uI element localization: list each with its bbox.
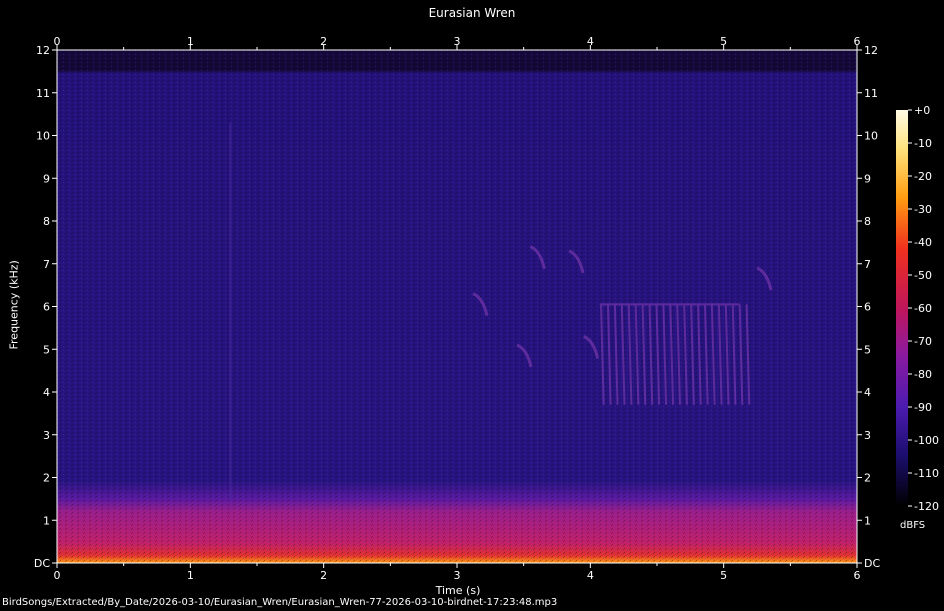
x-tick-label-top: 2 (320, 35, 327, 48)
x-tick-label: 3 (454, 569, 461, 582)
x-tick-label-top: 0 (54, 35, 61, 48)
x-tick-label-top: 5 (720, 35, 727, 48)
x-tick-label: 2 (320, 569, 327, 582)
colorbar-tick-label: -40 (914, 236, 932, 249)
y-axis-label: Frequency (kHz) (7, 260, 21, 350)
y-tick-label-right: 3 (864, 429, 871, 442)
colorbar-tick-label: -100 (914, 434, 939, 447)
y-tick-label-right: 12 (864, 44, 878, 57)
x-tick-label: 1 (187, 569, 194, 582)
x-tick-label: 4 (587, 569, 594, 582)
y-tick-label: 3 (43, 429, 50, 442)
y-tick-label: 9 (43, 172, 50, 185)
y-tick-label-right: 9 (864, 172, 871, 185)
x-tick-label: 0 (54, 569, 61, 582)
colorbar-tick-label: -90 (914, 401, 932, 414)
chart-title: Eurasian Wren (428, 6, 516, 20)
y-tick-label-right: 11 (864, 87, 878, 100)
y-tick-label-right: DC (864, 557, 880, 570)
colorbar-tick-label: -10 (914, 137, 932, 150)
colorbar-tick-label: -110 (914, 467, 939, 480)
y-tick-label-right: 1 (864, 514, 871, 527)
x-axis-label: Time (s) (435, 584, 481, 597)
y-tick-label: 2 (43, 472, 50, 485)
colorbar: +0 -10 -20 -30 -40 -50 -60 -70 -80 -90 -100 -110 -12… (896, 104, 939, 513)
y-tick-label: 8 (43, 215, 50, 228)
y-tick-label-right: 2 (864, 472, 871, 485)
x-tick-label: 5 (720, 569, 727, 582)
colorbar-tick-label: -20 (914, 170, 932, 183)
y-tick-label-right: 10 (864, 130, 878, 143)
y-tick-label: 5 (43, 343, 50, 356)
y-tick-label-right: 6 (864, 301, 871, 314)
spectrogram-noise-texture (57, 50, 857, 563)
y-tick-label: 1 (43, 514, 50, 527)
colorbar-tick-label: -120 (914, 500, 939, 513)
x-tick-label: 6 (854, 569, 861, 582)
y-tick-label-right: 7 (864, 258, 871, 271)
x-tick-label-top: 4 (587, 35, 594, 48)
colorbar-tick-label: -50 (914, 269, 932, 282)
y-tick-label-right: 5 (864, 343, 871, 356)
y-tick-label: 6 (43, 301, 50, 314)
y-tick-label: 4 (43, 386, 50, 399)
y-tick-label: 11 (36, 87, 50, 100)
colorbar-gradient (896, 110, 908, 506)
colorbar-tick-label: -30 (914, 203, 932, 216)
x-tick-label-top: 6 (854, 35, 861, 48)
colorbar-tick-label: +0 (914, 104, 930, 117)
y-tick-label-right: 4 (864, 386, 871, 399)
file-path-footer: BirdSongs/Extracted/By_Date/2026-03-10/E… (2, 597, 558, 608)
y-tick-label: 12 (36, 44, 50, 57)
plot-area (57, 50, 857, 563)
y-tick-label: 7 (43, 258, 50, 271)
x-tick-label-top: 1 (187, 35, 194, 48)
y-tick-label: 10 (36, 130, 50, 143)
colorbar-unit-label: dBFS (900, 520, 926, 531)
colorbar-tick-label: -80 (914, 368, 932, 381)
spectrogram-chart: 00112233445566DC DC1 12 23 34 45 56 67 78 89 910 10… (34, 35, 939, 582)
y-tick-label-right: 8 (864, 215, 871, 228)
y-tick-label: DC (34, 557, 50, 570)
colorbar-tick-label: -70 (914, 335, 932, 348)
x-tick-label-top: 3 (454, 35, 461, 48)
colorbar-tick-label: -60 (914, 302, 932, 315)
